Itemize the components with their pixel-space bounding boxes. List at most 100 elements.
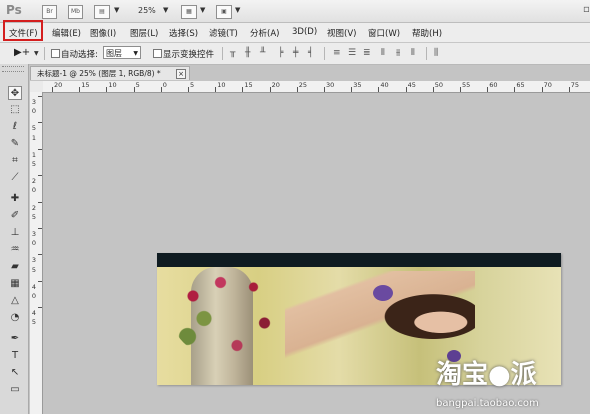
ruler-label: 40 [380, 81, 389, 89]
eraser-icon[interactable]: ▰ [8, 260, 22, 274]
align-top-icon[interactable]: ╥ [230, 48, 240, 58]
ruler-tick [188, 87, 189, 92]
menu-filter[interactable]: 滤镜(T) [209, 27, 238, 39]
taobao-watermark-logo: 淘宝●派 [436, 360, 537, 390]
ruler-label: 30 [326, 81, 335, 89]
menu-edit[interactable]: 编辑(E) [52, 27, 81, 39]
ruler-label: 70 [543, 81, 552, 89]
healing-icon[interactable]: ✚ [8, 192, 22, 206]
eyedropper-icon[interactable]: ⟋ [8, 171, 22, 185]
type-icon[interactable]: T [8, 349, 22, 363]
panel-grip[interactable] [2, 66, 24, 72]
history-brush-icon[interactable]: ♒ [8, 243, 22, 257]
distribute-right-icon[interactable]: ⫴ [411, 48, 421, 58]
dodge-icon[interactable]: ◔ [8, 311, 22, 325]
ruler-tick [378, 87, 380, 92]
menu-window[interactable]: 窗口(W) [368, 27, 400, 39]
flower-wreath-image [171, 269, 281, 359]
ruler-tick [269, 87, 271, 92]
close-icon[interactable]: × [176, 69, 186, 79]
auto-select-dropdown[interactable]: 图层 ▼ [103, 46, 141, 59]
distribute-hcenter-icon[interactable]: ⫵ [396, 48, 406, 58]
ruler-label: 20 [54, 81, 63, 89]
align-bottom-icon[interactable]: ╨ [260, 48, 270, 58]
align-left-icon[interactable]: ╞ [278, 48, 288, 58]
crop-icon[interactable]: ⌗ [8, 154, 22, 168]
separator [44, 47, 45, 60]
ruler-label: 1 [31, 150, 37, 159]
marquee-icon[interactable]: ⬚ [8, 103, 22, 117]
distribute-bottom-icon[interactable]: ≣ [363, 48, 373, 58]
ruler-label: 3 [31, 256, 37, 265]
menu-analysis[interactable]: 分析(A) [250, 27, 279, 39]
ruler-label: 3 [31, 230, 37, 238]
auto-select-checkbox[interactable] [51, 49, 60, 58]
photoshop-logo: Ps [6, 3, 22, 17]
ruler-tick [160, 87, 162, 92]
ruler-label: 0 [162, 81, 167, 89]
screen-mode-button[interactable]: ▣ [216, 5, 232, 19]
ruler-tick [487, 87, 489, 92]
zoom-dropdown-icon[interactable]: ▼ [163, 6, 168, 14]
path-select-icon[interactable]: ↖ [8, 366, 22, 380]
tool-preset-dropdown-icon[interactable]: ▼ [34, 50, 39, 57]
document-tab[interactable]: 未标题-1 @ 25% (图层 1, RGB/8) * × [30, 66, 190, 80]
minibridge-button[interactable]: Mb [68, 5, 83, 19]
lasso-icon[interactable]: ℓ [8, 120, 22, 134]
screen-mode-dropdown-icon[interactable]: ▼ [235, 6, 240, 14]
distribute-top-icon[interactable]: ≡ [333, 48, 343, 58]
distribute-vcenter-icon[interactable]: ☰ [348, 48, 358, 58]
move-icon[interactable]: ✥ [8, 86, 22, 100]
window-control-icon[interactable]: ▫ [583, 4, 590, 15]
screen-mode-icon: ▣ [221, 8, 227, 15]
shape-icon[interactable]: ▭ [8, 383, 22, 397]
view-extras-button[interactable]: ▤ [94, 5, 110, 19]
separator [426, 47, 427, 60]
menu-image[interactable]: 图像(I) [90, 27, 116, 39]
ruler-tick [38, 280, 42, 282]
ruler-tick [79, 87, 81, 92]
auto-align-layers-icon[interactable]: ⫼ [434, 48, 444, 58]
auto-select-label: 自动选择: [61, 50, 98, 60]
ruler-tick [324, 87, 325, 92]
move-tool-preset-icon[interactable]: ▶+ [14, 47, 30, 58]
show-transform-checkbox[interactable] [153, 49, 162, 58]
zoom-level[interactable]: 25% [138, 6, 156, 15]
ruler-label: 75 [570, 81, 580, 89]
ruler-label: 5 [31, 160, 37, 168]
menu-3d[interactable]: 3D(D) [292, 27, 317, 37]
menu-help[interactable]: 帮助(H) [412, 27, 442, 39]
align-hcenter-icon[interactable]: ╪ [293, 48, 303, 58]
align-vcenter-icon[interactable]: ╫ [245, 48, 255, 58]
menu-view[interactable]: 视图(V) [327, 27, 356, 39]
vertical-ruler[interactable]: 305115202530354045 [30, 92, 43, 414]
menu-select[interactable]: 选择(S) [169, 27, 198, 39]
ruler-label: 65 [516, 81, 525, 89]
pen-icon[interactable]: ✒ [8, 332, 22, 346]
bridge-button[interactable]: Br [42, 5, 57, 19]
arrange-dropdown-icon[interactable]: ▼ [200, 6, 205, 14]
ruler-label: 60 [489, 81, 498, 89]
ruler-label: 4 [31, 309, 37, 318]
stamp-icon[interactable]: ⊥ [8, 226, 22, 240]
ruler-label: 45 [407, 81, 416, 89]
quick-select-icon[interactable]: ✎ [8, 137, 22, 151]
align-right-icon[interactable]: ╡ [308, 48, 318, 58]
ruler-tick [460, 87, 461, 92]
blur-icon[interactable]: △ [8, 294, 22, 308]
horizontal-ruler[interactable]: 201510505101520253035404550556065707580 [43, 81, 590, 93]
menu-layer[interactable]: 图层(L) [130, 27, 158, 39]
ruler-label: 1 [31, 133, 37, 142]
ruler-tick [38, 96, 42, 97]
arrange-documents-button[interactable]: ▦ [181, 5, 197, 19]
purple-flower-image [373, 285, 393, 301]
brush-icon[interactable]: ✐ [8, 209, 22, 223]
distribute-left-icon[interactable]: ⫴ [381, 48, 391, 58]
gradient-icon[interactable]: ▦ [8, 277, 22, 291]
menu-bar: 文件(F) 编辑(E) 图像(I) 图层(L) 选择(S) 滤镜(T) 分析(A… [0, 23, 590, 43]
view-extras-dropdown-icon[interactable]: ▼ [114, 6, 119, 14]
ruler-label: 5 [190, 81, 195, 89]
ruler-tick [38, 175, 42, 177]
ruler-label: 2 [31, 203, 37, 212]
ruler-tick [38, 307, 42, 309]
